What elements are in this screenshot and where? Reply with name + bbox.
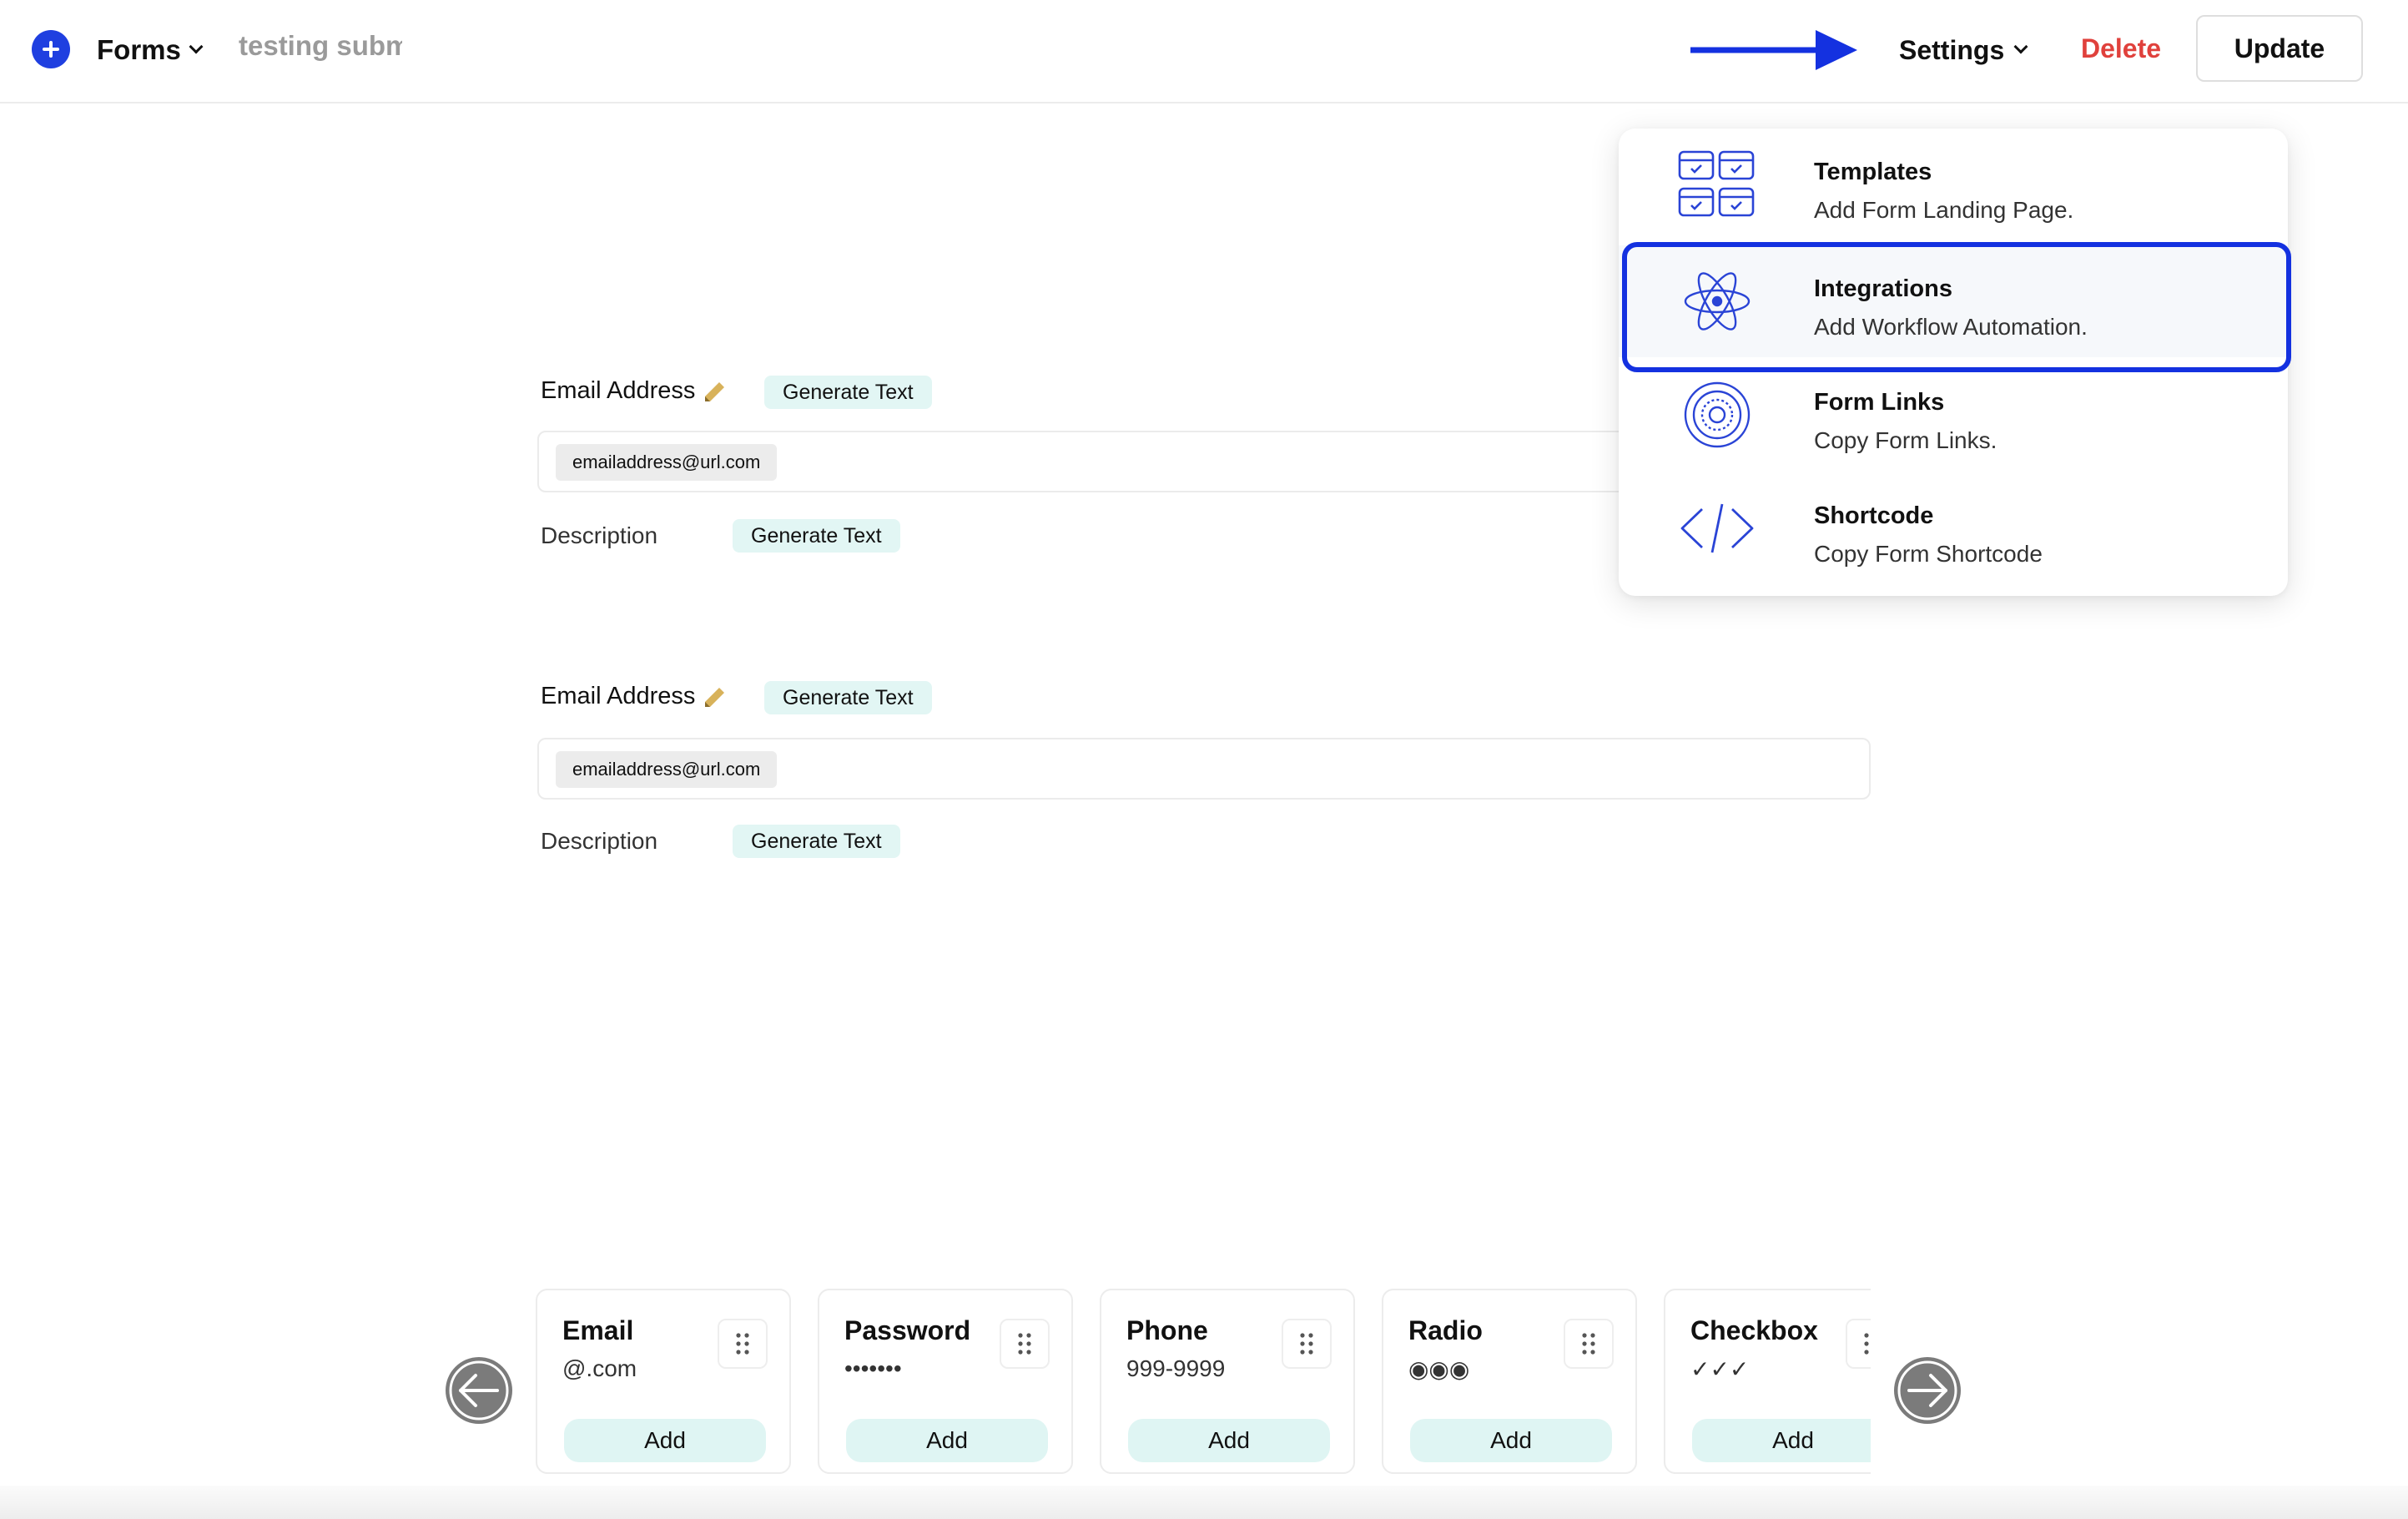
- bottom-shade: [0, 1486, 2408, 1519]
- dropdown-item-title: Integrations: [1814, 275, 1952, 302]
- code-brackets-icon: [1680, 503, 1754, 553]
- add-field-button[interactable]: Add: [1410, 1419, 1612, 1462]
- settings-menu-button[interactable]: Settings: [1899, 32, 2028, 68]
- dropdown-item-subtitle: Copy Form Shortcode: [1814, 541, 2043, 567]
- templates-icon: [1678, 150, 1755, 217]
- dropdown-item-integrations[interactable]: Integrations Add Workflow Automation.: [1619, 245, 2288, 357]
- chevron-down-icon: [189, 39, 204, 54]
- pencil-icon[interactable]: [703, 686, 726, 709]
- chevron-down-icon: [2013, 39, 2028, 54]
- palette-card-password[interactable]: Password ••••••• Add: [818, 1289, 1073, 1474]
- field-palette: Email @.com Add Password ••••••• Add Pho…: [534, 1285, 1871, 1482]
- card-title: Radio: [1408, 1315, 1483, 1345]
- forms-menu-label: Forms: [97, 34, 181, 65]
- delete-button[interactable]: Delete: [2081, 30, 2161, 67]
- drag-handle[interactable]: [718, 1319, 768, 1369]
- dropdown-item-form-links[interactable]: Form Links Copy Form Links.: [1619, 359, 2288, 471]
- email-value-chip: emailaddress@url.com: [556, 751, 778, 788]
- description-generate-text-button[interactable]: Generate Text: [733, 825, 900, 858]
- update-button[interactable]: Update: [2196, 15, 2363, 82]
- card-title: Password: [844, 1315, 971, 1345]
- add-field-button[interactable]: Add: [1128, 1419, 1330, 1462]
- dropdown-item-subtitle: Copy Form Links.: [1814, 427, 1997, 453]
- settings-dropdown: Templates Add Form Landing Page. Integra…: [1619, 129, 2288, 596]
- palette-prev-button[interactable]: [446, 1357, 512, 1424]
- field-label[interactable]: Email Address: [541, 377, 695, 405]
- settings-menu-label: Settings: [1899, 34, 2005, 65]
- top-bar: Forms testing submission Settings Delete…: [0, 0, 2408, 103]
- dropdown-item-shortcode[interactable]: Shortcode Copy Form Shortcode: [1619, 472, 2288, 584]
- palette-card-radio[interactable]: Radio ◉◉◉ Add: [1382, 1289, 1637, 1474]
- palette-next-button[interactable]: [1894, 1357, 1961, 1424]
- palette-card-checkbox[interactable]: Checkbox ✓✓✓ Add: [1664, 1289, 1871, 1474]
- email-field[interactable]: emailaddress@url.com: [537, 738, 1871, 800]
- description-label: Description: [541, 828, 658, 854]
- field-label[interactable]: Email Address: [541, 683, 695, 710]
- add-field-button[interactable]: Add: [1692, 1419, 1871, 1462]
- add-field-button[interactable]: Add: [846, 1419, 1048, 1462]
- description-generate-text-button[interactable]: Generate Text: [733, 519, 900, 553]
- card-sample: @.com: [562, 1355, 637, 1381]
- dropdown-item-subtitle: Add Workflow Automation.: [1814, 314, 2088, 340]
- arrow-left-icon: [449, 1360, 509, 1421]
- concentric-circles-icon: [1684, 381, 1751, 448]
- card-sample: ◉◉◉: [1408, 1356, 1470, 1382]
- arrow-right-icon: [1897, 1360, 1957, 1421]
- generate-text-button[interactable]: Generate Text: [764, 681, 932, 714]
- card-sample: •••••••: [844, 1355, 902, 1381]
- add-field-button[interactable]: Add: [564, 1419, 766, 1462]
- card-title: Checkbox: [1690, 1315, 1818, 1345]
- dropdown-item-title: Shortcode: [1814, 502, 1934, 529]
- dropdown-item-title: Templates: [1814, 159, 1932, 185]
- description-label: Description: [541, 522, 658, 548]
- drag-dots-icon: [736, 1333, 749, 1355]
- add-form-button[interactable]: [32, 30, 70, 68]
- email-value-chip: emailaddress@url.com: [556, 444, 778, 481]
- dropdown-item-subtitle: Add Form Landing Page.: [1814, 197, 2074, 223]
- drag-dots-icon: [1582, 1333, 1595, 1355]
- drag-dots-icon: [1864, 1333, 1869, 1355]
- forms-menu[interactable]: Forms: [97, 32, 204, 68]
- pointer-arrow-icon: [1690, 30, 1857, 70]
- drag-dots-icon: [1018, 1333, 1031, 1355]
- card-sample: ✓✓✓: [1690, 1356, 1750, 1382]
- drag-handle[interactable]: [1282, 1319, 1332, 1369]
- drag-dots-icon: [1300, 1333, 1313, 1355]
- drag-handle[interactable]: [1846, 1319, 1871, 1369]
- generate-text-button[interactable]: Generate Text: [764, 376, 932, 409]
- drag-handle[interactable]: [1000, 1319, 1050, 1369]
- pencil-icon[interactable]: [703, 381, 726, 404]
- card-sample: 999-9999: [1126, 1355, 1226, 1381]
- atom-icon: [1684, 272, 1751, 331]
- palette-card-email[interactable]: Email @.com Add: [536, 1289, 791, 1474]
- palette-card-phone[interactable]: Phone 999-9999 Add: [1100, 1289, 1355, 1474]
- drag-handle[interactable]: [1564, 1319, 1614, 1369]
- card-title: Email: [562, 1315, 634, 1345]
- dropdown-item-templates[interactable]: Templates Add Form Landing Page.: [1619, 129, 2288, 240]
- card-title: Phone: [1126, 1315, 1208, 1345]
- dropdown-item-title: Form Links: [1814, 389, 1945, 416]
- form-name-title[interactable]: testing submission: [239, 30, 402, 67]
